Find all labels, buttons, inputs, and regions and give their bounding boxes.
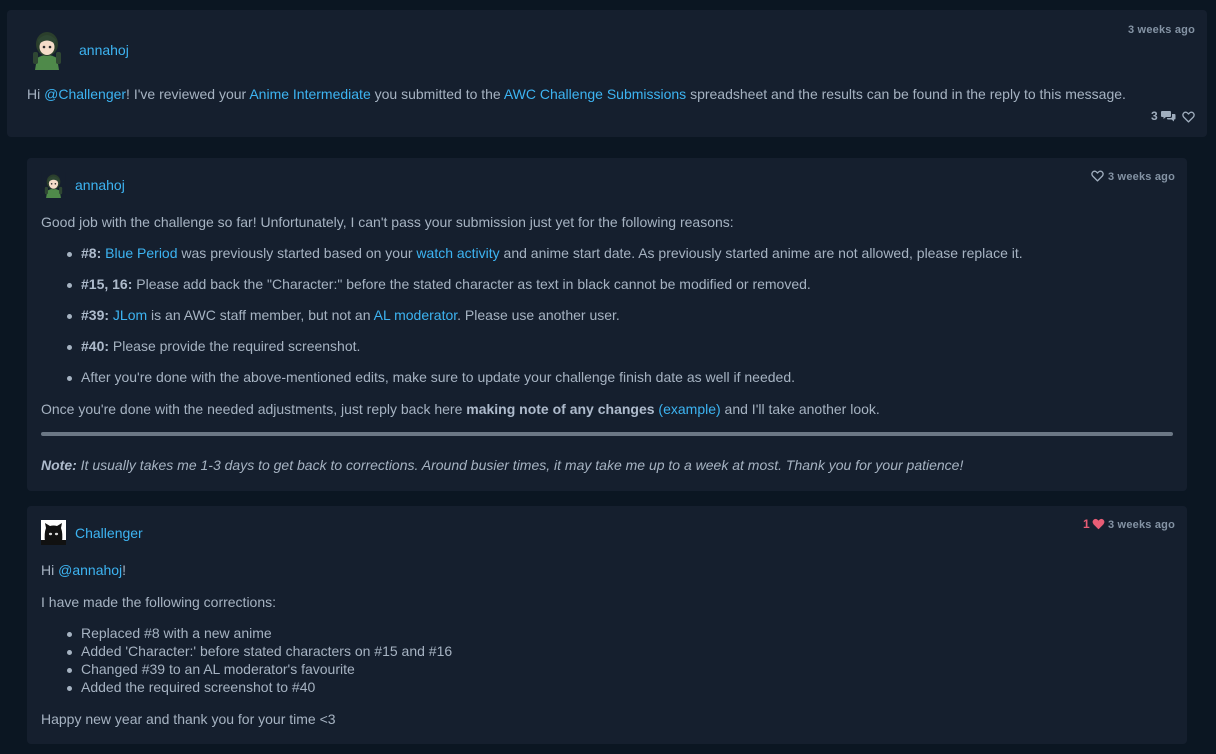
- heart-icon: [1091, 170, 1104, 182]
- item-number: #8:: [81, 245, 102, 261]
- awc-submissions-link[interactable]: AWC Challenge Submissions: [504, 86, 686, 102]
- annahoj-avatar[interactable]: [41, 172, 66, 198]
- item-number: #40:: [81, 338, 110, 354]
- list-item: #40: Please provide the required screens…: [66, 338, 361, 354]
- list-item: Replaced #8 with a new anime: [67, 625, 272, 641]
- list-item: After you're done with the above-mention…: [67, 369, 795, 385]
- like-count: 1: [1083, 517, 1090, 531]
- timestamp: 3 weeks ago: [1107, 171, 1175, 183]
- mention-link[interactable]: @Challenger: [44, 86, 126, 102]
- text-segment: and anime start date. As previously star…: [499, 245, 1023, 261]
- text-segment: is an AWC staff member, but not an: [147, 307, 374, 323]
- timestamp: 3 weeks ago: [1107, 519, 1175, 531]
- list-item: #15, 16: Please add back the "Character:…: [67, 276, 811, 292]
- text-segment: ! I've reviewed your: [126, 86, 250, 102]
- activity-text: Hi @Challenger! I've reviewed your Anime…: [27, 86, 1126, 102]
- reply-intro: Good job with the challenge so far! Unfo…: [41, 214, 734, 230]
- item-number: #39:: [81, 307, 110, 323]
- like-button[interactable]: 1: [1083, 517, 1105, 531]
- annahoj-avatar[interactable]: [27, 28, 67, 70]
- challenger-avatar[interactable]: [41, 520, 66, 545]
- text-segment: It usually takes me 1-3 days to get back…: [76, 457, 964, 473]
- author-name[interactable]: Challenger: [75, 525, 143, 541]
- timestamp: 3 weeks ago: [1127, 24, 1195, 36]
- text-segment: !: [122, 562, 127, 578]
- reply-count-button[interactable]: 3: [1151, 109, 1176, 123]
- watch-activity-link[interactable]: watch activity: [416, 245, 499, 261]
- list-item: Changed #39 to an AL moderator's favouri…: [67, 661, 355, 677]
- list-item: #39: JLom is an AWC staff member, but no…: [67, 307, 620, 323]
- like-button[interactable]: [1182, 110, 1195, 126]
- text-segment: and I'll take another look.: [720, 401, 880, 417]
- reply-intro: I have made the following corrections:: [41, 594, 277, 610]
- text-segment: After you're done with the above-mention…: [81, 369, 795, 385]
- list-item: #8: Blue Period was previously started b…: [67, 245, 1023, 261]
- reply-card: annahoj 3 weeks ago Good job with the ch…: [27, 158, 1187, 491]
- blue-period-link[interactable]: Blue Period: [105, 245, 177, 261]
- reply-card: Challenger 1 3 weeks ago Hi @annahoj! I …: [27, 506, 1187, 744]
- text-segment: . Please use another user.: [457, 307, 620, 323]
- closing-text: Happy new year and thank you for your ti…: [41, 711, 336, 727]
- heart-icon: [1092, 518, 1105, 530]
- list-item: Added 'Character:' before stated charact…: [66, 643, 453, 659]
- text-segment: Hi: [41, 562, 59, 578]
- list-item: Added the required screenshot to #40: [66, 679, 316, 695]
- author-name[interactable]: annahoj: [75, 177, 125, 193]
- mention-link[interactable]: @annahoj: [58, 562, 122, 578]
- speech-bubbles-icon: [1160, 111, 1176, 122]
- item-number: #15, 16:: [81, 276, 133, 292]
- text-segment: you submitted to the: [370, 86, 504, 102]
- text-segment: Please provide the required screenshot.: [109, 338, 361, 354]
- text-segment: Please add back the "Character:" before …: [132, 276, 811, 292]
- reply-count: 3: [1151, 109, 1158, 123]
- note-text: Note: It usually takes me 1-3 days to ge…: [41, 457, 963, 473]
- example-link[interactable]: (example): [658, 401, 720, 417]
- text-segment: Once you're done with the needed adjustm…: [41, 401, 467, 417]
- anime-intermediate-link[interactable]: Anime Intermediate: [249, 86, 370, 102]
- text-segment: spreadsheet and the results can be found…: [686, 86, 1126, 102]
- note-label: Note:: [41, 457, 77, 473]
- greeting: Hi @annahoj!: [41, 562, 126, 578]
- reply-outro: Once you're done with the needed adjustm…: [41, 401, 880, 417]
- divider: [41, 432, 1173, 436]
- heart-icon: [1182, 111, 1195, 123]
- text-segment: Hi: [27, 86, 45, 102]
- author-name[interactable]: annahoj: [79, 42, 129, 58]
- activity-card: annahoj 3 weeks ago Hi @Challenger! I've…: [7, 10, 1207, 137]
- text-segment: was previously started based on your: [177, 245, 417, 261]
- emphasis: making note of any changes: [466, 401, 655, 417]
- like-button[interactable]: [1091, 169, 1104, 185]
- al-moderator-link[interactable]: AL moderator: [374, 307, 458, 323]
- jlom-link[interactable]: JLom: [113, 307, 147, 323]
